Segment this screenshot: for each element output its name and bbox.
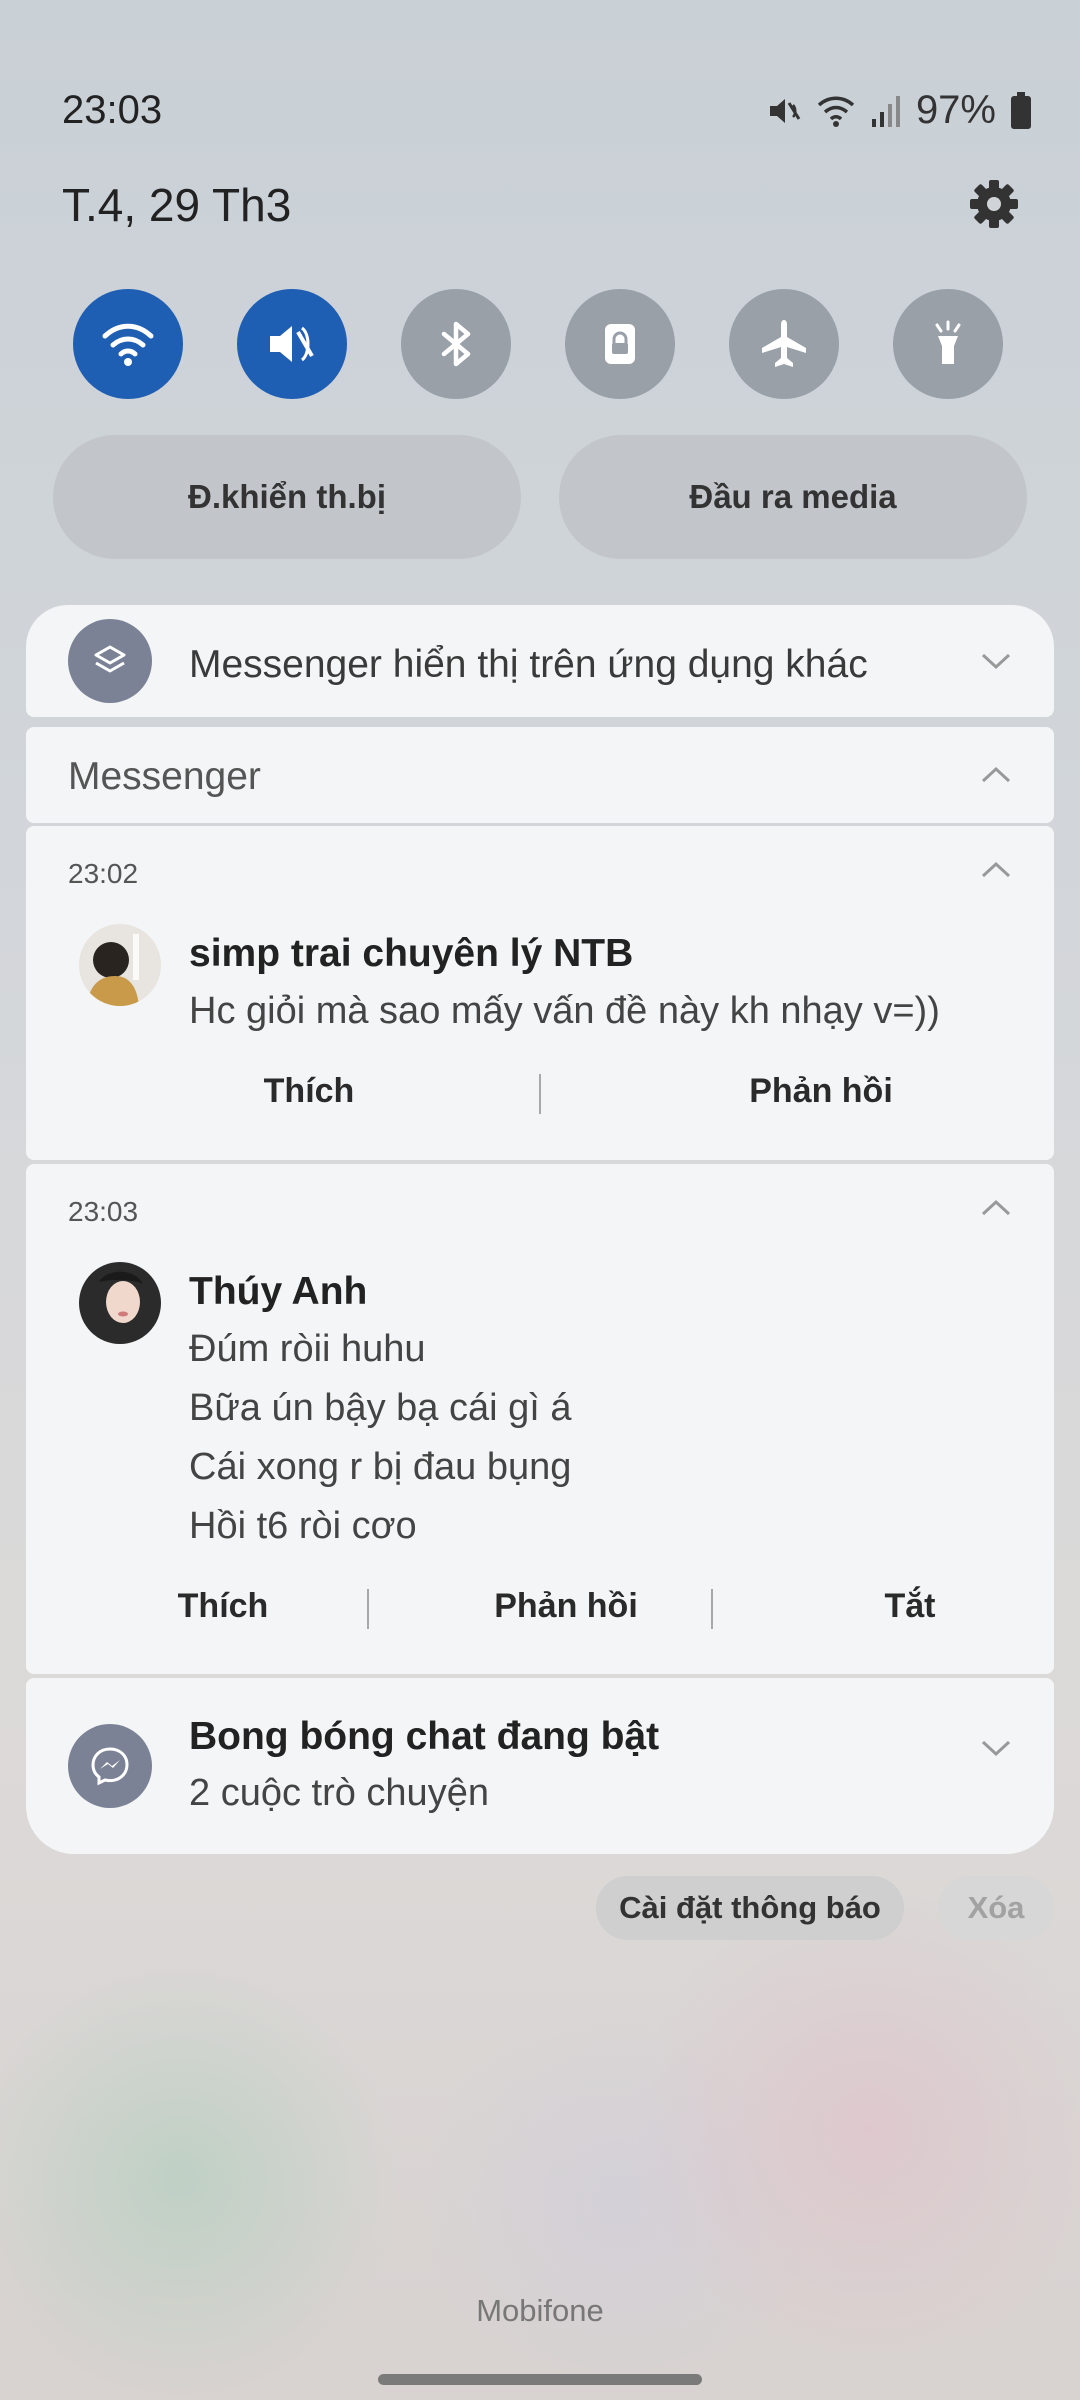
battery-percent: 97% [915,88,996,132]
reply-button[interactable]: Phản hồi [439,1587,693,1626]
device-control-button[interactable]: Đ.khiển th.bị [53,435,521,559]
message-notification[interactable]: 23:03 Thúy Anh Đúm ròii huhu Bữa ún bậy … [26,1164,1054,1674]
chevron-up-icon[interactable] [980,860,1012,880]
signal-icon [870,93,902,129]
action-divider [539,1074,541,1114]
message-text: Cái xong r bị đau bụng [189,1446,572,1488]
mute-icon [270,326,314,362]
group-title: Messenger [68,755,261,798]
status-time: 23:03 [62,88,163,132]
message-text: Bữa ún bậy bạ cái gì á [189,1387,572,1429]
chevron-down-icon[interactable] [980,651,1012,671]
overlay-notification-text: Messenger hiển thị trên ứng dụng khác [189,643,868,686]
chat-bubbles-notification[interactable]: Bong bóng chat đang bật 2 cuộc trò chuyệ… [26,1678,1054,1854]
mute-icon [766,93,802,129]
clear-button[interactable]: Xóa [938,1876,1054,1940]
settings-gear-icon[interactable] [966,176,1022,232]
mute-conversation-button[interactable]: Tắt [783,1587,1037,1626]
lock-icon [605,324,635,364]
carrier-label: Mobifone [476,2293,604,2328]
message-text: Hồi t6 ròi cơo [189,1505,417,1547]
message-text: Đúm ròii huhu [189,1328,426,1370]
like-button[interactable]: Thích [182,1072,436,1111]
home-indicator[interactable] [378,2374,702,2385]
quick-toggles [73,289,1005,399]
messenger-icon [68,1724,152,1808]
action-divider [711,1589,713,1629]
airplane-toggle[interactable] [729,289,839,399]
overlay-notification[interactable]: Messenger hiển thị trên ứng dụng khác [26,605,1054,717]
chevron-up-icon[interactable] [980,1198,1012,1218]
avatar [79,924,161,1006]
date-text: T.4, 29 Th3 [62,179,292,231]
sound-mute-toggle[interactable] [237,289,347,399]
media-output-button[interactable]: Đầu ra media [559,435,1027,559]
avatar [79,1262,161,1344]
bluetooth-toggle[interactable] [401,289,511,399]
bubbles-subtitle: 2 cuộc trò chuyện [189,1772,489,1814]
message-notification[interactable]: 23:02 simp trai chuyên lý NTB Hc giỏi mà… [26,826,1054,1160]
messenger-group-header[interactable]: Messenger [26,727,1054,823]
action-divider [367,1589,369,1629]
notification-settings-button[interactable]: Cài đặt thông báo [596,1876,904,1940]
airplane-icon [762,320,806,367]
bluetooth-icon [441,321,471,367]
layers-icon [68,619,152,703]
chevron-up-icon[interactable] [980,765,1012,785]
screen-lock-toggle[interactable] [565,289,675,399]
wifi-toggle[interactable] [73,289,183,399]
bubbles-title: Bong bóng chat đang bật [189,1715,660,1758]
flashlight-toggle[interactable] [893,289,1003,399]
message-time: 23:03 [68,1196,139,1227]
reply-button[interactable]: Phản hồi [694,1072,948,1111]
flashlight-icon [935,320,961,364]
sender-name: simp trai chuyên lý NTB [189,932,634,975]
status-icons: 97% [766,88,1032,133]
message-text: Hc giỏi mà sao mấy vấn đề này kh nhạy v=… [189,990,940,1032]
wifi-icon [102,323,154,366]
like-button[interactable]: Thích [96,1587,350,1626]
sender-name: Thúy Anh [189,1270,368,1313]
message-time: 23:02 [68,858,139,889]
chevron-down-icon[interactable] [980,1738,1012,1758]
wifi-icon [816,93,856,129]
battery-icon [1010,91,1032,130]
